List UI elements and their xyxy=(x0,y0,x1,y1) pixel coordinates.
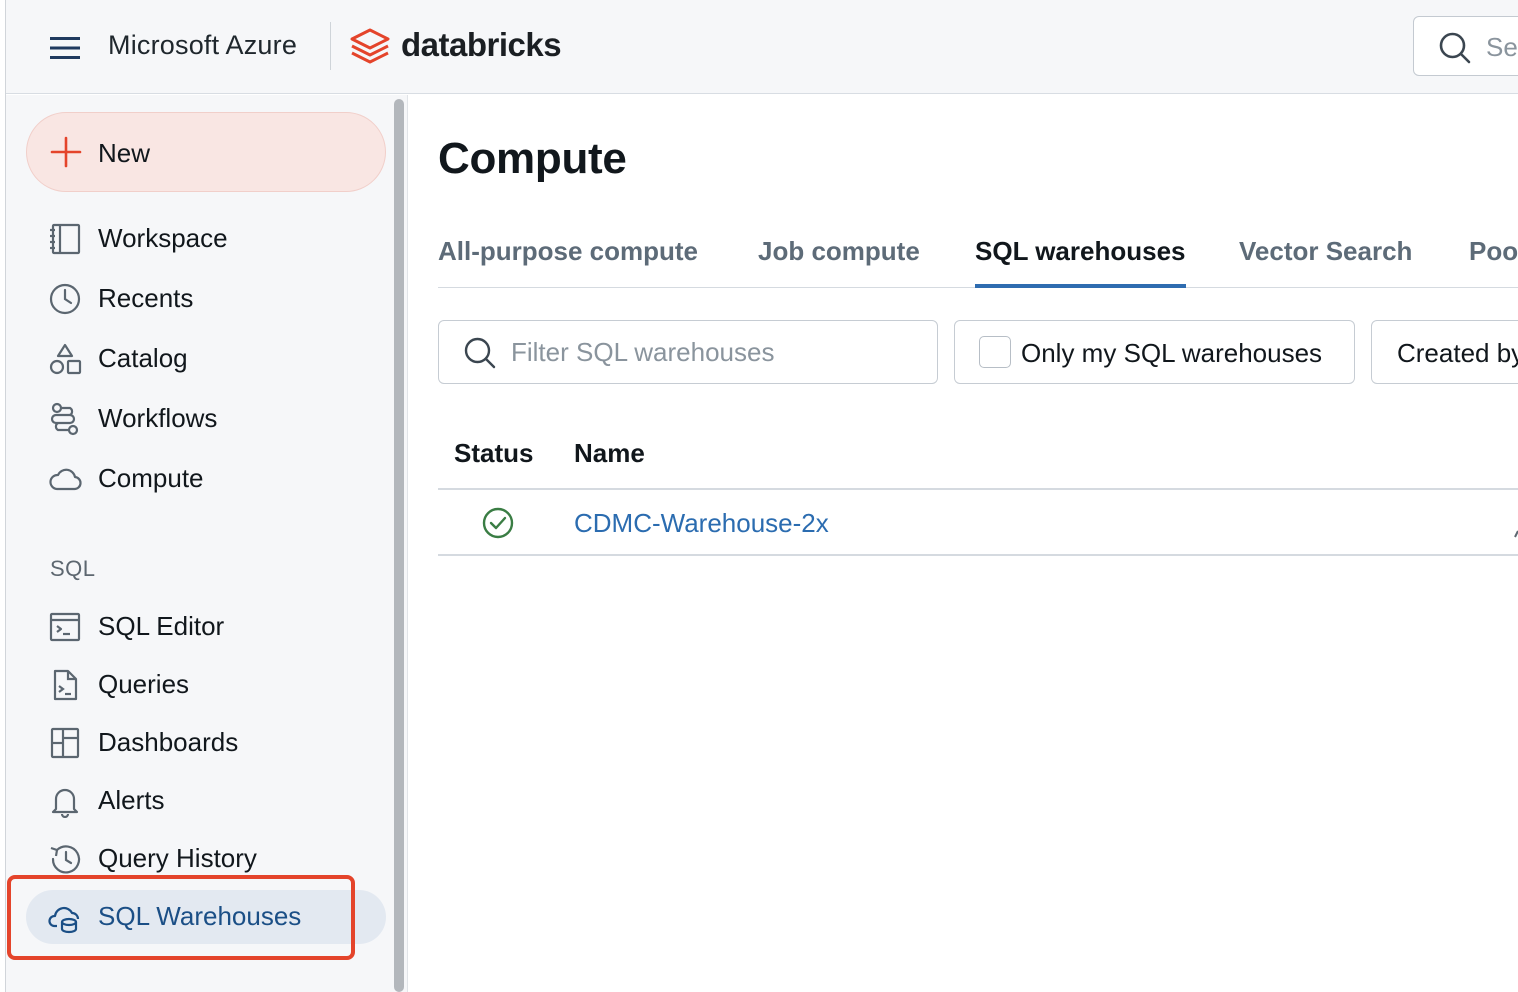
clock-icon xyxy=(48,282,82,316)
dashboard-icon xyxy=(48,726,82,760)
sidebar-item-dashboards[interactable]: Dashboards xyxy=(26,716,386,770)
workspace-icon xyxy=(48,222,82,256)
sidebar-item-sql-warehouses[interactable]: SQL Warehouses xyxy=(26,890,386,944)
global-search-placeholder: Se xyxy=(1486,32,1518,62)
warehouse-name-link[interactable]: CDMC-Warehouse-2x xyxy=(574,508,829,539)
filter-sql-warehouses-field[interactable] xyxy=(438,320,938,384)
bell-icon xyxy=(48,784,82,819)
sidebar-item-label: Queries xyxy=(98,669,190,699)
query-file-icon xyxy=(48,668,82,702)
search-icon xyxy=(463,336,497,375)
history-icon xyxy=(48,842,82,876)
sidebar-item-label: Compute xyxy=(98,463,204,493)
databricks-brand-label[interactable]: databricks xyxy=(401,26,562,64)
tab-job-compute[interactable]: Job compute xyxy=(758,236,920,288)
sidebar-item-workspace[interactable]: Workspace xyxy=(26,212,386,266)
sidebar-item-label: SQL Warehouses xyxy=(98,901,302,931)
sidebar-item-label: SQL Editor xyxy=(98,611,225,641)
catalog-icon xyxy=(48,342,82,376)
sidebar-item-query-history[interactable]: Query History xyxy=(26,832,386,886)
compute-tabs: All-purpose compute Job compute SQL ware… xyxy=(438,236,1518,288)
sidebar-item-sql-editor[interactable]: SQL Editor xyxy=(26,600,386,654)
sidebar-item-label: Catalog xyxy=(98,343,188,373)
sidebar-item-queries[interactable]: Queries xyxy=(26,658,386,712)
azure-brand-label[interactable]: Microsoft Azure xyxy=(108,30,297,61)
hamburger-menu-icon[interactable] xyxy=(46,31,84,65)
sidebar-item-workflows[interactable]: Workflows xyxy=(26,392,386,446)
workflows-icon xyxy=(48,402,82,436)
new-button[interactable]: New xyxy=(26,112,386,192)
table-row-divider xyxy=(438,554,1518,556)
only-my-warehouses-label: Only my SQL warehouses xyxy=(1021,338,1323,368)
table-header-divider xyxy=(438,488,1518,490)
sidebar-item-compute[interactable]: Compute xyxy=(26,452,386,506)
sidebar-item-label: Workflows xyxy=(98,403,218,433)
tab-all-purpose-compute[interactable]: All-purpose compute xyxy=(438,236,698,288)
new-button-label: New xyxy=(98,138,151,168)
warehouse-icon xyxy=(48,900,82,934)
column-header-status[interactable]: Status xyxy=(454,438,533,469)
column-header-name[interactable]: Name xyxy=(574,438,645,469)
sidebar-scrollbar[interactable] xyxy=(394,99,404,992)
only-my-warehouses-checkbox[interactable] xyxy=(979,336,1011,368)
tab-vector-search[interactable]: Vector Search xyxy=(1239,236,1412,288)
sidebar-item-label: Dashboards xyxy=(98,727,239,757)
created-by-label: Created by xyxy=(1397,338,1518,368)
sidebar-section-sql: SQL xyxy=(50,556,96,581)
tab-sql-warehouses[interactable]: SQL warehouses xyxy=(975,236,1186,288)
page-title: Compute xyxy=(438,134,627,183)
created-by-dropdown[interactable]: Created by xyxy=(1371,320,1518,384)
tab-pools[interactable]: Poo xyxy=(1469,236,1518,288)
global-search-input[interactable]: Se xyxy=(1413,16,1518,76)
sidebar-item-label: Alerts xyxy=(98,785,165,815)
sidebar-item-catalog[interactable]: Catalog xyxy=(26,332,386,386)
sidebar-item-label: Recents xyxy=(98,283,194,313)
sidebar-item-alerts[interactable]: Alerts xyxy=(26,774,386,828)
search-icon xyxy=(1438,31,1472,70)
plus-icon xyxy=(49,135,83,174)
sidebar-item-recents[interactable]: Recents xyxy=(26,272,386,326)
sidebar-item-label: Workspace xyxy=(98,223,228,253)
only-my-warehouses-toggle[interactable]: Only my SQL warehouses xyxy=(954,320,1355,384)
databricks-logo-icon xyxy=(348,27,392,67)
sidebar-item-label: Query History xyxy=(98,843,257,873)
status-running-icon xyxy=(481,506,515,545)
cloud-icon xyxy=(48,462,82,496)
brand-divider xyxy=(330,22,331,70)
filter-input[interactable] xyxy=(511,333,921,371)
sql-editor-icon xyxy=(48,610,82,644)
row-action-icon[interactable] xyxy=(1512,526,1518,538)
